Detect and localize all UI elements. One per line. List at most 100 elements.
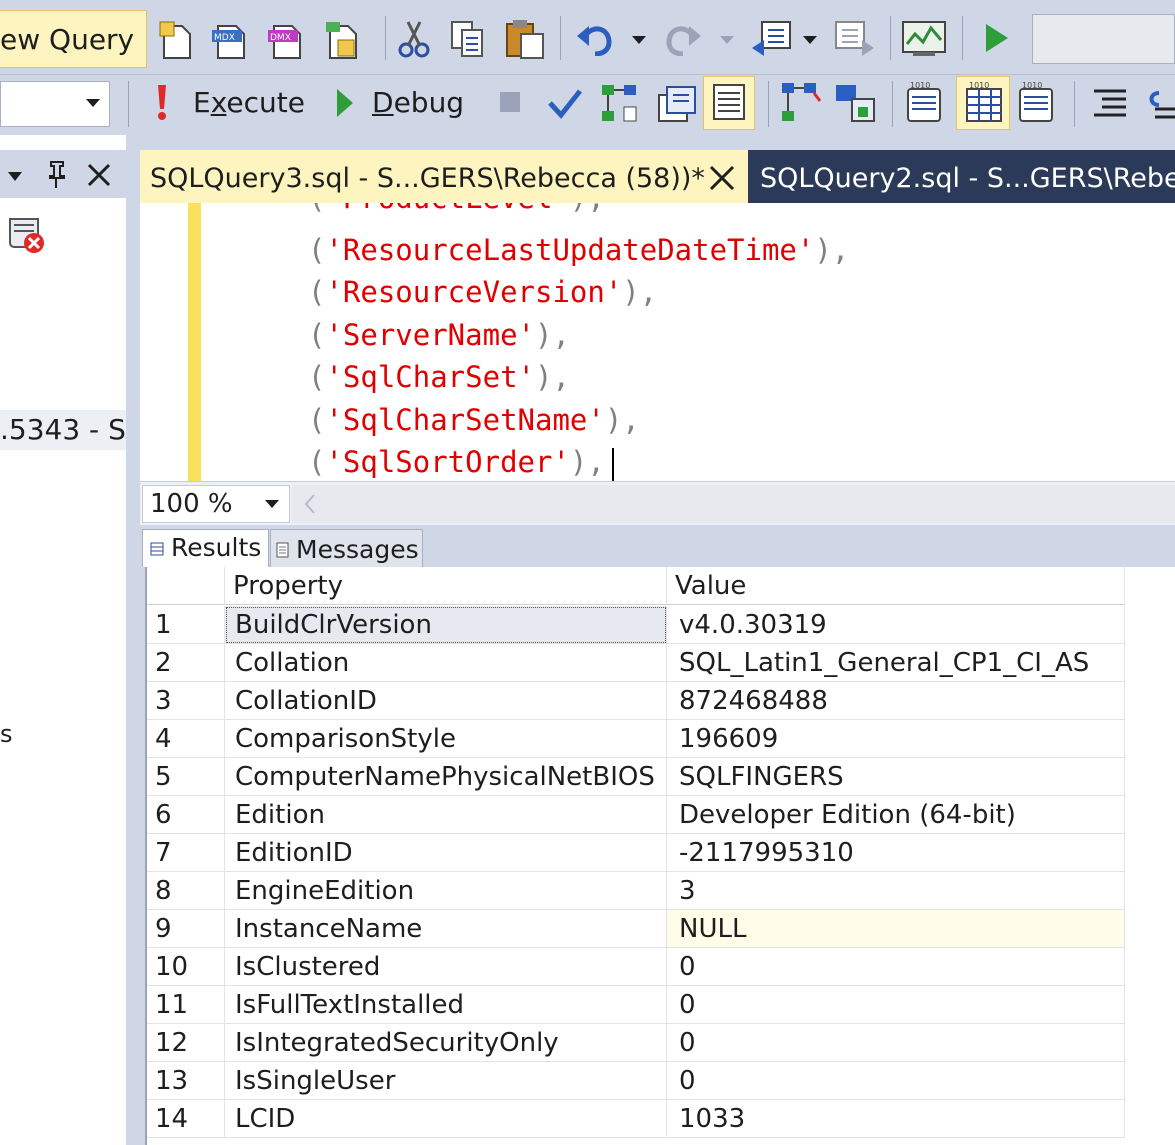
value-cell[interactable]: v4.0.30319 bbox=[667, 606, 1125, 644]
navigate-forward-icon[interactable] bbox=[832, 18, 876, 60]
close-tab-icon[interactable] bbox=[708, 164, 736, 192]
row-number-cell[interactable]: 13 bbox=[147, 1062, 225, 1100]
server-node[interactable]: .5343 - SQ bbox=[0, 410, 126, 450]
databases-dropdown-arrow[interactable] bbox=[86, 99, 100, 107]
row-number-cell[interactable]: 4 bbox=[147, 720, 225, 758]
row-number-cell[interactable]: 8 bbox=[147, 872, 225, 910]
tab-sqlquery2[interactable]: SQLQuery2.sql - S...GERS\Rebecca bbox=[760, 163, 1175, 194]
property-cell[interactable]: IsFullTextInstalled bbox=[225, 986, 667, 1024]
property-cell[interactable]: EditionID bbox=[225, 834, 667, 872]
table-row[interactable]: 4 ComparisonStyle 196609 bbox=[147, 720, 1127, 758]
navigate-backward-icon[interactable] bbox=[750, 18, 794, 60]
cut-icon[interactable] bbox=[396, 18, 432, 60]
row-number-cell[interactable]: 11 bbox=[147, 986, 225, 1024]
new-query-button[interactable]: ew Query bbox=[0, 10, 147, 68]
comment-lines-icon[interactable] bbox=[1090, 85, 1130, 125]
value-cell[interactable]: 196609 bbox=[667, 720, 1125, 758]
live-query-statistics-icon[interactable] bbox=[834, 81, 878, 127]
tab-sqlquery3[interactable]: SQLQuery3.sql - S...GERS\Rebecca (58))* bbox=[140, 150, 748, 203]
parse-checkmark-icon[interactable] bbox=[547, 85, 583, 121]
tab-results[interactable]: Results bbox=[142, 529, 269, 567]
horizontal-scrollbar[interactable] bbox=[292, 485, 1175, 523]
results-to-text-toggle[interactable]: 1010 bbox=[956, 76, 1010, 130]
property-cell[interactable]: EngineEdition bbox=[225, 872, 667, 910]
table-row[interactable]: 13 IsSingleUser 0 bbox=[147, 1062, 1127, 1100]
value-cell[interactable]: 0 bbox=[667, 986, 1125, 1024]
redo-icon[interactable] bbox=[663, 20, 703, 56]
debug-icon[interactable] bbox=[333, 85, 357, 121]
table-row[interactable]: 5 ComputerNamePhysicalNetBIOS SQLFINGERS bbox=[147, 758, 1127, 796]
value-cell[interactable]: NULL bbox=[667, 910, 1125, 948]
property-cell[interactable]: CollationID bbox=[225, 682, 667, 720]
table-row[interactable]: 1 BuildClrVersion v4.0.30319 bbox=[147, 606, 1127, 644]
panel-splitter[interactable] bbox=[126, 135, 140, 1145]
redo-dropdown-arrow[interactable] bbox=[720, 36, 734, 44]
zoom-dropdown-arrow[interactable] bbox=[265, 500, 279, 508]
property-cell[interactable]: ComputerNamePhysicalNetBIOS bbox=[225, 758, 667, 796]
query-editor[interactable]: ('ProductLevel'), ('ResourceLastUpdateDa… bbox=[140, 203, 1175, 481]
table-row[interactable]: 3 CollationID 872468488 bbox=[147, 682, 1127, 720]
paste-icon[interactable] bbox=[503, 18, 547, 60]
undo-icon[interactable] bbox=[575, 20, 615, 56]
start-debugging-icon[interactable] bbox=[982, 20, 1012, 56]
property-cell[interactable]: LCID bbox=[225, 1100, 667, 1138]
include-client-statistics-icon[interactable]: 1010 bbox=[904, 81, 950, 127]
panel-menu-arrow[interactable] bbox=[8, 172, 22, 181]
value-cell[interactable]: 0 bbox=[667, 1062, 1125, 1100]
row-number-cell[interactable]: 12 bbox=[147, 1024, 225, 1062]
property-cell[interactable]: IsSingleUser bbox=[225, 1062, 667, 1100]
results-to-file-icon[interactable]: 1010 bbox=[1016, 81, 1062, 127]
table-row[interactable]: 12 IsIntegratedSecurityOnly 0 bbox=[147, 1024, 1127, 1062]
value-cell[interactable]: SQL_Latin1_General_CP1_CI_AS bbox=[667, 644, 1125, 682]
value-cell[interactable]: SQLFINGERS bbox=[667, 758, 1125, 796]
property-cell[interactable]: InstanceName bbox=[225, 910, 667, 948]
table-row[interactable]: 11 IsFullTextInstalled 0 bbox=[147, 986, 1127, 1024]
table-row[interactable]: 6 Edition Developer Edition (64-bit) bbox=[147, 796, 1127, 834]
tab-messages[interactable]: Messages bbox=[270, 529, 423, 567]
close-panel-icon[interactable] bbox=[86, 162, 112, 188]
new-file-icon[interactable] bbox=[158, 18, 198, 60]
mdx-query-icon[interactable]: MDX bbox=[210, 18, 250, 60]
row-number-cell[interactable]: 10 bbox=[147, 948, 225, 986]
property-cell[interactable]: IsIntegratedSecurityOnly bbox=[225, 1024, 667, 1062]
property-cell[interactable]: Edition bbox=[225, 796, 667, 834]
row-number-cell[interactable]: 1 bbox=[147, 606, 225, 644]
row-number-cell[interactable]: 9 bbox=[147, 910, 225, 948]
row-number-cell[interactable]: 14 bbox=[147, 1100, 225, 1138]
decrease-indent-icon[interactable] bbox=[1145, 83, 1175, 127]
xmla-query-icon[interactable] bbox=[322, 18, 362, 60]
value-cell[interactable]: Developer Edition (64-bit) bbox=[667, 796, 1125, 834]
table-row[interactable]: 9 InstanceName NULL bbox=[147, 910, 1127, 948]
value-cell[interactable]: 3 bbox=[667, 872, 1125, 910]
property-cell[interactable]: ComparisonStyle bbox=[225, 720, 667, 758]
undo-dropdown-arrow[interactable] bbox=[632, 36, 646, 44]
table-row[interactable]: 8 EngineEdition 3 bbox=[147, 872, 1127, 910]
row-number-cell[interactable]: 6 bbox=[147, 796, 225, 834]
copy-icon[interactable] bbox=[448, 18, 488, 60]
execute-icon[interactable] bbox=[150, 83, 174, 123]
cancel-query-icon[interactable] bbox=[497, 89, 523, 115]
solution-configuration-box[interactable] bbox=[1032, 14, 1175, 64]
table-row[interactable]: 2 Collation SQL_Latin1_General_CP1_CI_AS bbox=[147, 644, 1127, 682]
activity-monitor-icon[interactable] bbox=[901, 18, 947, 60]
zoom-dropdown[interactable]: 100 % bbox=[142, 485, 290, 523]
table-row[interactable]: 14 LCID 1033 bbox=[147, 1100, 1127, 1138]
query-designer-icon[interactable] bbox=[655, 81, 699, 127]
value-cell[interactable]: 1033 bbox=[667, 1100, 1125, 1138]
property-cell[interactable]: Collation bbox=[225, 644, 667, 682]
row-number-cell[interactable]: 5 bbox=[147, 758, 225, 796]
scroll-left-icon[interactable] bbox=[302, 493, 318, 515]
disconnect-server-icon[interactable] bbox=[4, 213, 50, 257]
value-cell[interactable]: 0 bbox=[667, 1024, 1125, 1062]
include-actual-plan-icon[interactable] bbox=[780, 81, 824, 127]
table-row[interactable]: 7 EditionID -2117995310 bbox=[147, 834, 1127, 872]
execute-button[interactable]: Execute bbox=[193, 86, 305, 119]
column-header-value[interactable]: Value bbox=[667, 567, 1125, 605]
row-number-cell[interactable]: 2 bbox=[147, 644, 225, 682]
dmx-query-icon[interactable]: DMX bbox=[266, 18, 306, 60]
navigate-dropdown-arrow[interactable] bbox=[803, 36, 817, 44]
results-to-grid-toggle[interactable] bbox=[703, 76, 755, 130]
debug-button[interactable]: Debug bbox=[372, 86, 464, 119]
value-cell[interactable]: 0 bbox=[667, 948, 1125, 986]
display-estimated-plan-icon[interactable] bbox=[598, 81, 642, 127]
